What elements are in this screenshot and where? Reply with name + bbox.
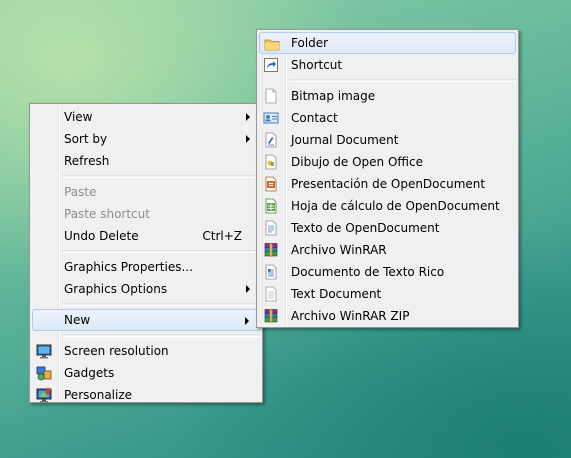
menu-item-paste-shortcut: Paste shortcut — [32, 203, 260, 225]
menu-item-label: New — [64, 313, 91, 327]
menu-item-label: Undo Delete — [64, 229, 139, 243]
text-document-icon — [263, 286, 279, 302]
menu-item-label: Journal Document — [291, 133, 399, 147]
menu-item-label: Graphics Options — [64, 282, 168, 296]
new-item-opendocument-text[interactable]: Texto de OpenDocument — [259, 217, 516, 239]
menu-item-label: Dibujo de Open Office — [291, 155, 423, 169]
shortcut-icon — [263, 57, 279, 73]
new-item-shortcut[interactable]: Shortcut — [259, 54, 516, 76]
menu-item-label: Gadgets — [64, 366, 115, 380]
new-item-journal-document[interactable]: Journal Document — [259, 129, 516, 151]
menu-item-label: Graphics Properties... — [64, 260, 193, 274]
menu-item-undo-delete[interactable]: Undo Delete Ctrl+Z — [32, 225, 260, 247]
winrar-zip-icon — [263, 308, 279, 324]
menu-item-label: Archivo WinRAR ZIP — [291, 309, 410, 323]
new-item-winrar-archive[interactable]: Archivo WinRAR — [259, 239, 516, 261]
menu-item-label: Shortcut — [291, 58, 343, 72]
menu-item-gadgets[interactable]: Gadgets — [32, 362, 260, 384]
submenu-arrow-icon — [246, 285, 250, 293]
desktop-context-menu: View Sort by Refresh Paste Paste shortcu… — [29, 103, 263, 403]
new-item-opendocument-presentation[interactable]: Presentación de OpenDocument — [259, 173, 516, 195]
menu-item-label: Contact — [291, 111, 338, 125]
menu-item-label: Texto de OpenDocument — [291, 221, 440, 235]
menu-item-label: Sort by — [64, 132, 108, 146]
contact-card-icon — [263, 110, 279, 126]
menu-item-label: Documento de Texto Rico — [291, 265, 445, 279]
menu-item-label: Presentación de OpenDocument — [291, 177, 486, 191]
gadgets-icon — [36, 365, 52, 381]
keyboard-shortcut: Ctrl+Z — [202, 229, 242, 243]
opendocument-spreadsheet-icon — [263, 198, 279, 214]
menu-separator — [62, 175, 260, 178]
menu-item-label: Bitmap image — [291, 89, 376, 103]
menu-separator — [62, 303, 260, 306]
submenu-arrow-icon — [246, 135, 250, 143]
menu-item-view[interactable]: View — [32, 106, 260, 128]
menu-item-screen-resolution[interactable]: Screen resolution — [32, 340, 260, 362]
new-item-contact[interactable]: Contact — [259, 107, 516, 129]
menu-item-personalize[interactable]: Personalize — [32, 384, 260, 406]
menu-item-label: Paste shortcut — [64, 207, 150, 221]
menu-separator — [62, 250, 260, 253]
menu-item-label: View — [64, 110, 93, 124]
submenu-arrow-icon — [245, 317, 249, 325]
menu-item-paste: Paste — [32, 181, 260, 203]
new-item-opendocument-spreadsheet[interactable]: Hoja de cálculo de OpenDocument — [259, 195, 516, 217]
new-item-openoffice-drawing[interactable]: Dibujo de Open Office — [259, 151, 516, 173]
new-item-winrar-zip[interactable]: Archivo WinRAR ZIP — [259, 305, 516, 327]
new-submenu: Folder Shortcut Bitmap image Contact Jou… — [256, 29, 519, 328]
menu-item-label: Refresh — [64, 154, 110, 168]
menu-item-label: Personalize — [64, 388, 133, 402]
new-item-text-document[interactable]: Text Document — [259, 283, 516, 305]
monitor-icon — [36, 343, 52, 359]
menu-item-new[interactable]: New — [32, 309, 260, 331]
rich-text-document-icon — [263, 264, 279, 280]
opendocument-presentation-icon — [263, 176, 279, 192]
openoffice-drawing-icon — [263, 154, 279, 170]
menu-item-label: Folder — [291, 36, 329, 50]
folder-icon — [264, 36, 280, 52]
submenu-arrow-icon — [246, 113, 250, 121]
menu-item-graphics-properties[interactable]: Graphics Properties... — [32, 256, 260, 278]
bitmap-file-icon — [263, 88, 279, 104]
new-item-bitmap-image[interactable]: Bitmap image — [259, 85, 516, 107]
new-item-rich-text-document[interactable]: Documento de Texto Rico — [259, 261, 516, 283]
menu-separator — [289, 79, 516, 82]
winrar-archive-icon — [263, 242, 279, 258]
journal-document-icon — [263, 132, 279, 148]
menu-item-label: Text Document — [291, 287, 382, 301]
menu-item-sort-by[interactable]: Sort by — [32, 128, 260, 150]
new-item-folder[interactable]: Folder — [259, 32, 516, 54]
menu-item-label: Archivo WinRAR — [291, 243, 387, 257]
menu-item-refresh[interactable]: Refresh — [32, 150, 260, 172]
personalize-icon — [36, 387, 52, 403]
menu-item-label: Screen resolution — [64, 344, 169, 358]
menu-separator — [62, 334, 260, 337]
menu-item-label: Hoja de cálculo de OpenDocument — [291, 199, 500, 213]
menu-item-label: Paste — [64, 185, 97, 199]
menu-item-graphics-options[interactable]: Graphics Options — [32, 278, 260, 300]
opendocument-text-icon — [263, 220, 279, 236]
